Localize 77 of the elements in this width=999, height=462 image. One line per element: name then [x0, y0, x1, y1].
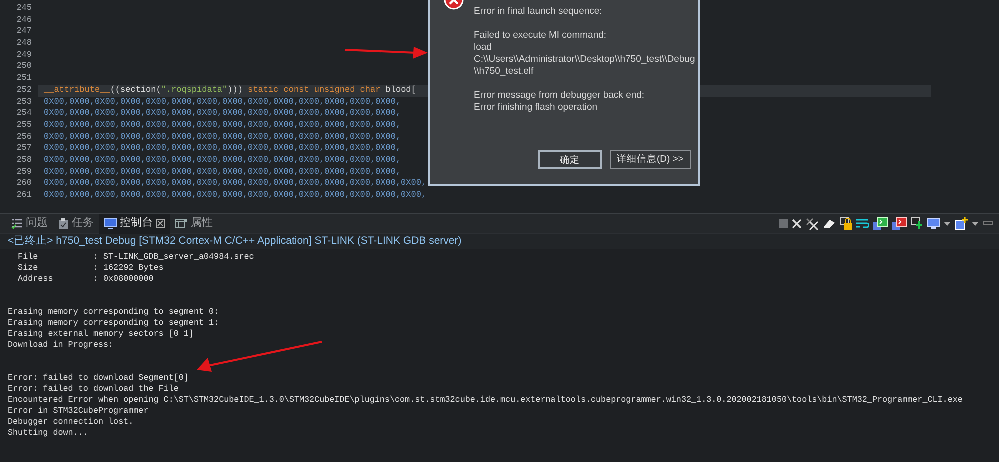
line-number: 252	[16, 84, 33, 96]
line-number: 254	[16, 108, 33, 120]
console-line: Erasing memory corresponding to segment 1:	[8, 318, 220, 329]
panel-tab[interactable]: 控制台	[99, 214, 170, 234]
code-token: ((section(	[110, 84, 162, 95]
code-token: blood[	[384, 84, 416, 95]
new-console-icon[interactable]	[955, 217, 968, 230]
dialog-message: Failed to execute MI command:	[474, 30, 608, 42]
code-token: )))	[228, 84, 244, 95]
show-on-error-icon[interactable]	[892, 216, 907, 230]
pin-icon[interactable]	[911, 217, 923, 230]
line-number: 247	[16, 26, 33, 38]
code-token: 0X00,0X00,0X00,0X00,0X00,0X00,0X00,0X00,0X00,0X00,0X00,0X00,0X00,0X00,	[44, 132, 402, 142]
line-number: 251	[16, 73, 33, 85]
panel-tab[interactable]: 问题	[6, 214, 53, 234]
dialog-message: Error finishing flash operation	[474, 102, 599, 114]
code-token: 0X00,0X00,0X00,0X00,0X00,0X00,0X00,0X00,0X00,0X00,0X00,0X00,0X00,0X00,	[44, 96, 402, 106]
dialog-message: Error in final launch sequence:	[474, 6, 604, 18]
lock-icon[interactable]	[840, 217, 852, 230]
tasks-clipboard-icon	[58, 218, 69, 230]
line-number: 245	[16, 3, 33, 15]
line-number: 250	[16, 61, 33, 74]
console-launch-status: <已终止> h750_test Debug [STM32 Cortex-M C/C++ Application] ST-LINK (ST-LINK GDB server)	[0, 234, 999, 249]
remove-icon[interactable]	[792, 218, 802, 228]
console-monitor-icon	[104, 218, 117, 230]
code-token: 0X00,0X00,0X00,0X00,0X00,0X00,0X00,0X00,0X00,0X00,0X00,0X00,0X00,0X00,	[44, 108, 402, 118]
code-token: 0X00,0X00,0X00,0X00,0X00,0X00,0X00,0X00,0X00,0X00,0X00,0X00,0X00,0X00,0X00,	[44, 190, 427, 200]
console-line: Error in STM32CubeProgrammer	[8, 406, 150, 417]
code-token: ".roqspidata"	[161, 84, 228, 95]
remove-all-icon[interactable]	[806, 218, 819, 230]
console-line: Erasing memory corresponding to segment 0:	[8, 307, 220, 318]
console-line: File : ST-LINK_GDB_server_a04984.srec	[17, 252, 256, 263]
display-console-icon[interactable]	[927, 218, 940, 229]
code-token: 0X00,0X00,0X00,0X00,0X00,0X00,0X00,0X00,0X00,0X00,0X00,0X00,0X00,0X00,	[44, 166, 402, 177]
line-number: 253	[16, 96, 33, 108]
console-line: Error: failed to download Segment[0]	[8, 373, 190, 384]
details-button[interactable]: 详细信息(D) >>	[610, 150, 691, 169]
line-number: 249	[16, 50, 33, 62]
console-line: Error: failed to download the File	[8, 384, 180, 395]
line-number: 255	[16, 120, 33, 132]
dialog-message: load	[474, 42, 493, 54]
line-number: 260	[16, 178, 33, 190]
caret-icon[interactable]	[944, 222, 951, 226]
console-line: Address : 0x08000000	[17, 274, 155, 285]
code-token: __attribute__	[44, 84, 110, 95]
line-number: 258	[16, 154, 33, 167]
console-line: Debugger connection lost.	[8, 417, 135, 428]
line-number: 261	[16, 190, 33, 202]
panel-tab[interactable]: 任务	[53, 214, 99, 234]
problems-list-icon	[11, 218, 23, 229]
close-icon[interactable]	[156, 219, 165, 228]
eraser-icon[interactable]	[823, 218, 836, 228]
code-token: 0X00,0X00,0X00,0X00,0X00,0X00,0X00,0X00,0X00,0X00,0X00,0X00,0X00,0X00,	[44, 120, 402, 130]
code-token: 0X00,0X00,0X00,0X00,0X00,0X00,0X00,0X00,0X00,0X00,0X00,0X00,0X00,0X00,0X00,	[44, 178, 427, 188]
line-number: 259	[16, 166, 33, 178]
console-line: Download in Progress:	[8, 340, 115, 351]
show-on-output-icon[interactable]	[873, 216, 888, 230]
ok-button[interactable]: 确定	[538, 150, 602, 169]
console-line: Encountered Error when opening C:\ST\STM32CubeIDE_1.3.0\STM32CubeIDE\plugins\com.st.stm32cube.ide.mcu.externaltools.cubeprogrammer.win32_1.3.0.202002181050\tools\bin\STM32_Programmer_CLI.exe	[8, 395, 964, 406]
properties-table-icon	[175, 218, 188, 229]
code-token: 0X00,0X00,0X00,0X00,0X00,0X00,0X00,0X00,0X00,0X00,0X00,0X00,0X00,0X00,	[44, 154, 402, 165]
word-wrap-icon[interactable]	[856, 218, 869, 229]
dialog-message: Error message from debugger back end:	[474, 90, 646, 102]
error-icon	[444, 0, 464, 10]
code-token: static const unsigned char	[248, 84, 381, 95]
console-line: Size : 162292 Bytes	[17, 263, 165, 274]
minimize-icon[interactable]	[983, 221, 993, 226]
line-number: 248	[16, 38, 33, 50]
dialog-message: C:\\Users\\Administrator\\Desktop\\h750_test\\Debug\\h750_test.elf	[474, 54, 696, 78]
console-line: Erasing external memory sectors [0 1]	[8, 329, 195, 340]
panel-tab[interactable]: 属性	[170, 214, 218, 234]
line-number: 256	[16, 132, 33, 144]
caret-icon[interactable]	[972, 222, 979, 226]
line-number: 257	[16, 143, 33, 155]
console-line: Shutting down...	[8, 428, 90, 439]
code-token: 0X00,0X00,0X00,0X00,0X00,0X00,0X00,0X00,0X00,0X00,0X00,0X00,0X00,0X00,	[44, 143, 402, 154]
line-number: 246	[16, 14, 33, 26]
